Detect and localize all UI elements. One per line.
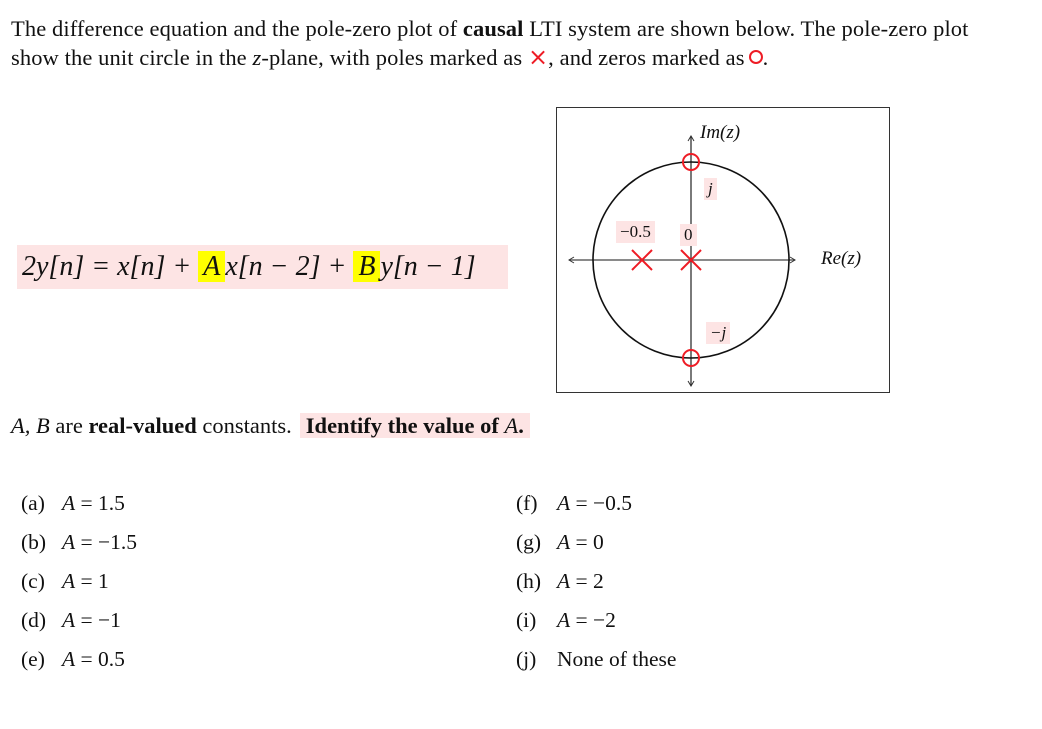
- option-letter: (h): [516, 569, 542, 593]
- option-text: A = −1.5: [62, 530, 138, 554]
- highlight-B: B: [353, 251, 381, 282]
- answer-option[interactable]: (a) A = 1.5: [21, 489, 125, 517]
- im-axis-label: Im(z): [700, 122, 741, 143]
- statement-text: are: [49, 413, 89, 438]
- option-text: None of these: [557, 647, 677, 671]
- answer-option[interactable]: (i) A = −2: [516, 606, 616, 634]
- intro-bold-causal: causal: [462, 16, 524, 41]
- answer-option[interactable]: (b) A = −1.5: [21, 528, 137, 556]
- option-text: A = 0: [557, 530, 604, 554]
- intro-text: .: [762, 45, 769, 70]
- zero-label-j: j: [704, 178, 717, 200]
- pole-label-zero: 0: [680, 224, 697, 246]
- option-letter: (b): [21, 530, 47, 554]
- zero-circle-icon: [748, 50, 763, 64]
- equation-rhs: y[n − 1]: [380, 251, 476, 282]
- option-letter: (f): [516, 491, 538, 515]
- intro-text: The difference equation and the pole-zer…: [11, 16, 463, 41]
- option-text: A = −0.5: [557, 491, 633, 515]
- equation-lhs: 2y[n] = x[n] +: [22, 251, 199, 282]
- option-text: A = 1: [62, 569, 109, 593]
- answer-option[interactable]: (d) A = −1: [21, 606, 121, 634]
- prompt-end: .: [518, 413, 524, 438]
- pole-label-minus-half: −0.5: [616, 221, 655, 243]
- option-letter: (g): [516, 530, 542, 554]
- option-letter: (e): [21, 647, 45, 671]
- zero-label-minus-j: −j: [706, 322, 731, 344]
- prompt-text: Identify the value of: [305, 413, 505, 438]
- option-letter: (d): [21, 608, 47, 632]
- answer-option[interactable]: (h) A = 2: [516, 567, 604, 595]
- answer-option[interactable]: (c) A = 1: [21, 567, 109, 595]
- question-prompt: Identify the value of A.: [299, 413, 530, 438]
- option-letter: (i): [516, 608, 537, 632]
- answer-option[interactable]: (j) None of these: [516, 645, 676, 673]
- answer-option[interactable]: (f) A = −0.5: [516, 489, 632, 517]
- pole-zero-plot: Im(z) Re(z) −0.5 0 j −j: [556, 107, 890, 393]
- question-statement: A, B are real-valued constants. Identify …: [11, 410, 530, 442]
- difference-equation: 2y[n] = x[n] + Ax[n − 2] + By[n − 1]: [17, 245, 508, 289]
- statement-vars: A, B: [11, 413, 50, 438]
- statement-text: constants.: [196, 413, 292, 438]
- option-letter: (c): [21, 569, 45, 593]
- option-letter: (a): [21, 491, 45, 515]
- pole-x-icon: ×: [527, 43, 549, 71]
- prompt-var: A: [504, 413, 519, 438]
- intro-text: , and zeros marked as: [548, 45, 745, 70]
- answer-option[interactable]: (e) A = 0.5: [21, 645, 125, 673]
- option-text: A = 0.5: [62, 647, 125, 671]
- re-axis-label: Re(z): [821, 248, 862, 269]
- highlight-A: A: [198, 251, 226, 282]
- option-text: A = 1.5: [62, 491, 125, 515]
- intro-text: -plane, with poles marked as: [261, 45, 528, 70]
- option-text: A = −2: [557, 608, 616, 632]
- option-text: A = −1: [62, 608, 121, 632]
- answer-option[interactable]: (g) A = 0: [516, 528, 604, 556]
- option-letter: (j): [516, 647, 537, 671]
- statement-bold: real-valued: [88, 413, 197, 438]
- equation-mid: x[n − 2] +: [225, 251, 354, 282]
- option-text: A = 2: [557, 569, 604, 593]
- problem-intro: The difference equation and the pole-zer…: [11, 14, 1001, 72]
